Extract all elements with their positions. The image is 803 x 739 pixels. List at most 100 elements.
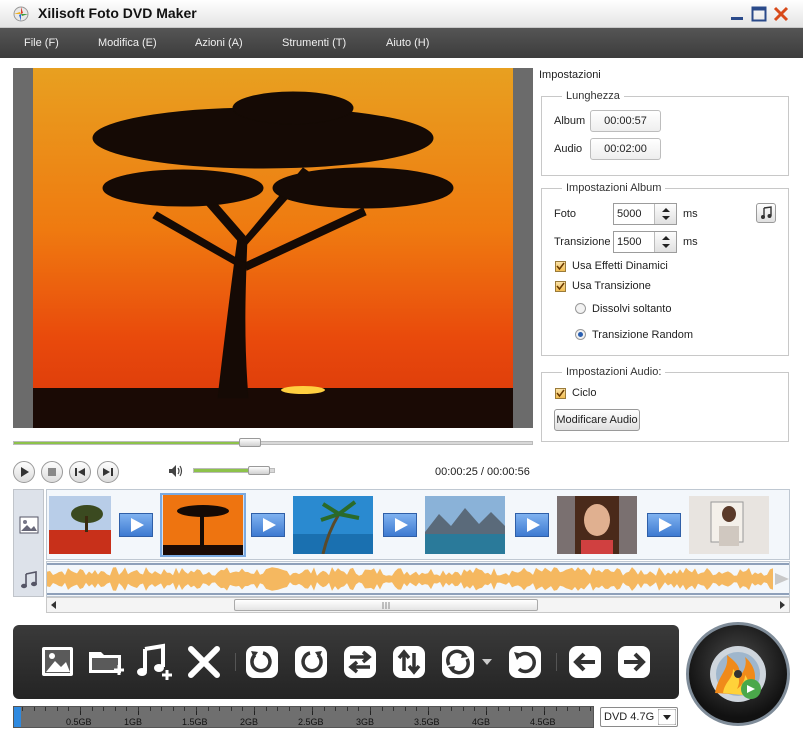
album-settings-legend: Impostazioni Album [562, 182, 666, 194]
loop-checkbox[interactable] [555, 388, 566, 399]
menu-edit[interactable]: Modifica (E) [98, 37, 157, 49]
transition-duration-unit: ms [683, 236, 698, 248]
transition-icon[interactable] [439, 643, 477, 681]
photo-thumbnail[interactable] [49, 496, 111, 554]
add-photo-icon[interactable] [39, 643, 77, 681]
scroll-left-icon[interactable] [49, 600, 59, 610]
minimize-icon[interactable] [728, 5, 746, 23]
sort-icon[interactable] [390, 643, 428, 681]
use-transition-label[interactable]: Usa Transizione [572, 280, 651, 292]
random-transition-label[interactable]: Transizione Random [592, 329, 693, 341]
stop-button[interactable] [41, 461, 63, 483]
loop-label[interactable]: Ciclo [572, 387, 596, 399]
transition-marker[interactable] [251, 513, 285, 537]
transition-marker[interactable] [515, 513, 549, 537]
previous-button[interactable] [69, 461, 91, 483]
photo-thumbnail[interactable] [425, 496, 505, 554]
transition-marker[interactable] [383, 513, 417, 537]
length-group: Lunghezza Album 00:00:57 Audio 00:02:00 [541, 90, 789, 176]
capacity-minor-tick [300, 707, 302, 711]
add-folder-icon[interactable] [87, 643, 125, 681]
close-icon[interactable] [772, 5, 790, 23]
menu-actions[interactable]: Azioni (A) [195, 37, 243, 49]
capacity-minor-tick [149, 707, 151, 711]
undo-icon[interactable] [506, 643, 544, 681]
photo-track[interactable] [46, 489, 790, 560]
selected-photo-image [163, 495, 243, 555]
rotate-left-icon[interactable] [243, 643, 281, 681]
capacity-tick-label: 0.5GB [66, 717, 92, 727]
rotate-right-icon[interactable] [292, 643, 330, 681]
photo-duration-spin-buttons[interactable] [654, 204, 676, 224]
audio-length-value: 00:02:00 [590, 138, 661, 160]
transition-duration-spin-buttons[interactable] [654, 232, 676, 252]
scroll-right-icon[interactable] [777, 600, 787, 610]
spin-arrows-icon [662, 236, 670, 248]
use-transition-checkbox[interactable] [555, 281, 566, 292]
move-right-icon[interactable] [615, 643, 653, 681]
random-transition-radio[interactable] [575, 329, 586, 340]
capacity-tick-label: 4GB [472, 717, 491, 727]
capacity-minor-tick [462, 707, 464, 711]
volume-handle[interactable] [247, 466, 270, 475]
photo-thumbnail[interactable] [689, 496, 769, 554]
dissolve-only-radio[interactable] [575, 303, 586, 314]
photo-thumbnail[interactable] [557, 496, 637, 554]
menu-help[interactable]: Aiuto (H) [386, 37, 429, 49]
dissolve-only-label[interactable]: Dissolvi soltanto [592, 303, 671, 315]
menu-file[interactable]: File (F) [24, 37, 59, 49]
audio-track[interactable] [46, 561, 790, 597]
capacity-minor-tick [323, 707, 325, 711]
scroll-thumb[interactable] [234, 599, 538, 611]
capacity-minor-tick [474, 707, 476, 711]
photo-thumbnail[interactable] [293, 496, 373, 554]
photo-duration-stepper[interactable]: 5000 [613, 203, 677, 225]
photo-duration-unit: ms [683, 208, 698, 220]
swap-icon[interactable] [341, 643, 379, 681]
capacity-minor-tick [416, 707, 418, 711]
chevron-down-icon[interactable] [658, 709, 676, 725]
add-music-icon[interactable] [135, 643, 173, 681]
delete-icon[interactable] [185, 643, 223, 681]
capacity-minor-tick [80, 707, 81, 711]
check-icon [556, 282, 565, 291]
move-left-icon[interactable] [566, 643, 604, 681]
next-button[interactable] [97, 461, 119, 483]
capacity-minor-tick [126, 707, 128, 711]
capacity-minor-tick [265, 707, 267, 711]
capacity-minor-tick [532, 707, 534, 711]
seek-progress [14, 442, 251, 444]
dynamic-effects-checkbox[interactable] [555, 261, 566, 272]
capacity-minor-tick [509, 707, 511, 711]
play-button[interactable] [13, 461, 35, 483]
chevron-down-icon[interactable] [481, 658, 493, 666]
photo-track-icon [19, 516, 39, 534]
capacity-minor-tick [439, 707, 441, 711]
album-length-value: 00:00:57 [590, 110, 661, 132]
seek-handle[interactable] [238, 438, 261, 447]
capacity-tick-label: 3.5GB [414, 717, 440, 727]
capacity-minor-tick [56, 707, 58, 711]
music-sync-button[interactable] [756, 203, 776, 223]
menu-tools[interactable]: Strumenti (T) [282, 37, 346, 49]
audio-length-label: Audio [554, 143, 583, 155]
capacity-minor-tick [45, 707, 47, 711]
seek-bar[interactable] [13, 441, 533, 445]
transition-duration-stepper[interactable]: 1500 [613, 231, 677, 253]
volume-icon[interactable] [168, 464, 184, 478]
burn-dvd-button[interactable] [686, 622, 790, 726]
check-icon [556, 262, 565, 271]
maximize-icon[interactable] [750, 5, 768, 23]
play-icon [21, 467, 29, 477]
capacity-minor-tick [428, 707, 429, 711]
timeline-scrollbar[interactable] [46, 597, 790, 613]
transition-marker[interactable] [119, 513, 153, 537]
edit-audio-button[interactable]: Modificare Audio [554, 409, 640, 431]
menu-bar: File (F) Modifica (E) Azioni (A) Strumen… [0, 28, 803, 58]
photo-thumbnail-selected[interactable] [160, 493, 246, 557]
transition-marker[interactable] [647, 513, 681, 537]
album-settings-group: Impostazioni Album Foto 5000 ms Transizi… [541, 182, 789, 356]
dynamic-effects-label[interactable]: Usa Effetti Dinamici [572, 260, 668, 272]
capacity-minor-tick [114, 707, 116, 711]
disc-type-select[interactable]: DVD 4.7G [600, 707, 678, 727]
